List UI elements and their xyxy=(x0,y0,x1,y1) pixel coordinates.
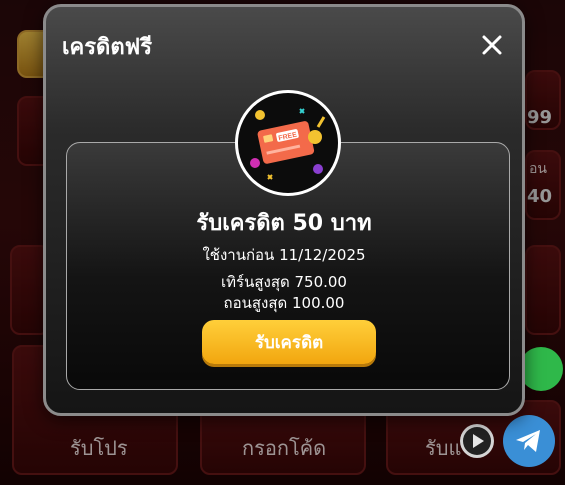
credit-card-icon: FREE xyxy=(250,108,326,180)
telegram-icon xyxy=(516,430,540,452)
expiry-date-text: ใช้งานก่อน 11/12/2025 xyxy=(202,246,366,264)
claim-credit-button[interactable]: รับเครดิต xyxy=(202,320,376,364)
line-chat-button[interactable] xyxy=(519,347,563,391)
free-credit-modal: เครดิตฟรี FREE รับเครดิต 50 บาท ใช้งานก่… xyxy=(43,4,525,416)
close-icon xyxy=(482,35,502,55)
max-withdraw-text: ถอนสูงสุด 100.00 xyxy=(223,294,345,312)
credit-card-badge: FREE xyxy=(235,90,341,196)
play-icon xyxy=(463,427,491,455)
credit-amount-title: รับเครดิต 50 บาท xyxy=(196,211,372,236)
play-button[interactable] xyxy=(460,424,494,458)
telegram-button[interactable] xyxy=(503,415,555,467)
modal-title: เครดิตฟรี xyxy=(62,35,153,60)
close-button[interactable] xyxy=(480,33,504,57)
